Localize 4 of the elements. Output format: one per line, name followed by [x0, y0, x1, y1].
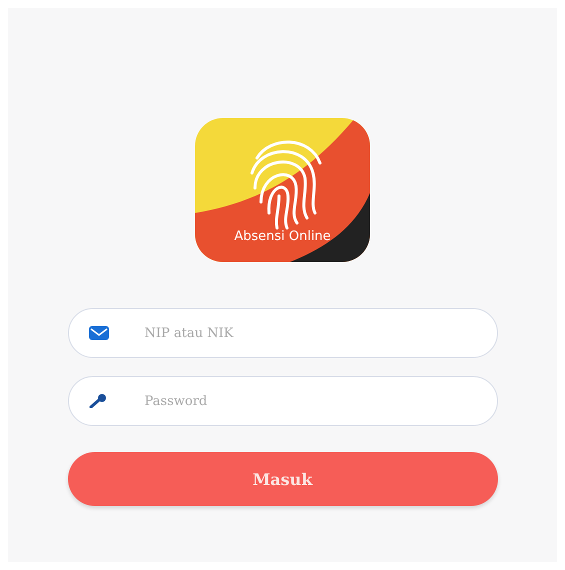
- input-field[interactable]: Password: [68, 376, 498, 426]
- logo-caption: Absensi Online: [233, 229, 332, 244]
- login-button[interactable]: Masuk: [68, 452, 498, 506]
- input-field[interactable]: NIP atau NIK: [68, 308, 498, 358]
